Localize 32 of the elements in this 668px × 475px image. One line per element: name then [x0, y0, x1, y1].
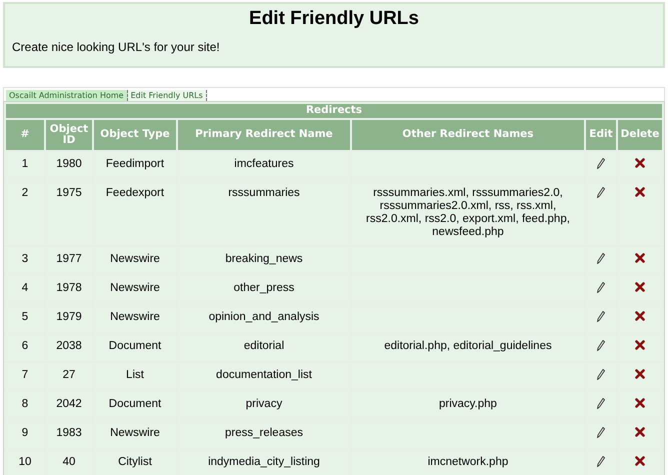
column-header: Primary Redirect Name [178, 120, 350, 150]
column-header: # [6, 120, 44, 150]
pencil-icon[interactable] [596, 398, 605, 409]
delete-icon[interactable] [634, 282, 645, 292]
pencil-icon[interactable] [596, 187, 605, 198]
column-header: Other Redirect Names [352, 120, 584, 150]
delete-icon[interactable] [634, 427, 645, 437]
page-subtitle: Create nice looking URL's for your site! [12, 40, 221, 54]
column-header: Object Type [94, 120, 176, 150]
pencil-icon[interactable] [596, 311, 605, 322]
pencil-icon[interactable] [596, 282, 605, 293]
breadcrumb-link[interactable]: Oscailt Administration Home [6, 90, 128, 101]
column-header: Object ID [46, 120, 92, 150]
pencil-icon[interactable] [596, 456, 605, 467]
table-caption: Redirects [6, 104, 662, 118]
delete-icon[interactable] [634, 311, 645, 321]
delete-icon[interactable] [634, 158, 645, 168]
breadcrumb-link[interactable]: Edit Friendly URLs [128, 90, 207, 101]
pencil-icon[interactable] [596, 340, 605, 351]
pencil-icon[interactable] [596, 369, 605, 380]
delete-icon[interactable] [634, 187, 645, 197]
delete-icon[interactable] [634, 456, 645, 466]
column-header: Edit [586, 120, 616, 150]
delete-icon[interactable] [634, 253, 645, 263]
delete-icon[interactable] [634, 340, 645, 350]
pencil-icon[interactable] [596, 427, 605, 438]
pencil-icon[interactable] [596, 158, 605, 169]
page-title: Edit Friendly URLs [248, 8, 420, 30]
pencil-icon[interactable] [596, 253, 605, 264]
column-header: Delete [618, 120, 662, 150]
delete-icon[interactable] [634, 398, 645, 408]
delete-icon[interactable] [634, 369, 645, 379]
